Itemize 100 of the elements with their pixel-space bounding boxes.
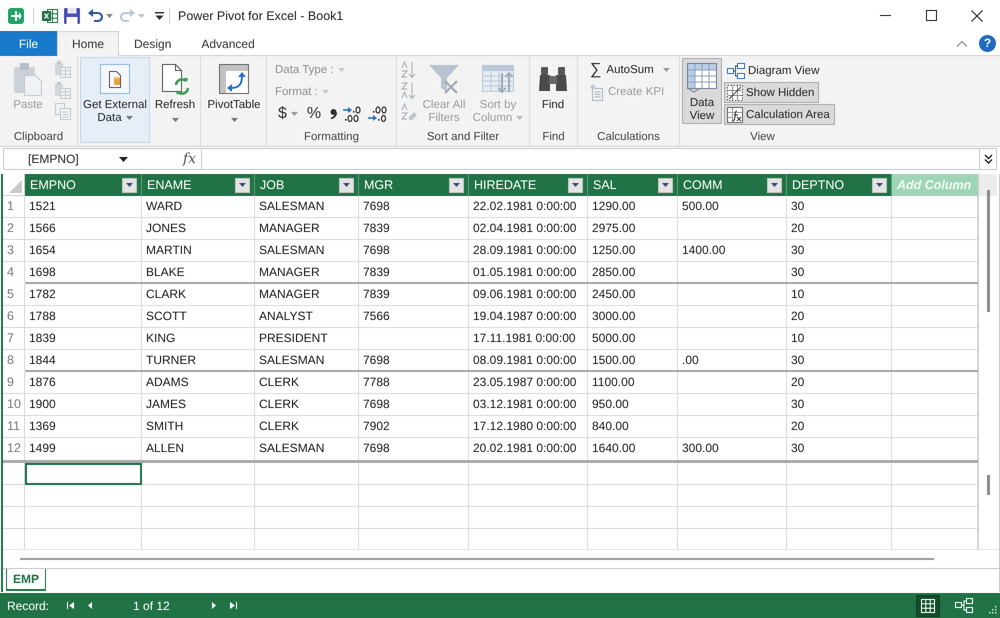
help-button[interactable]: ? xyxy=(979,34,996,52)
filter-dropdown-button[interactable] xyxy=(339,178,354,192)
table-cell: 950.00 xyxy=(588,394,678,416)
app-icon[interactable] xyxy=(8,8,24,24)
column-header[interactable]: MGR xyxy=(359,174,469,196)
minimize-icon xyxy=(880,15,890,16)
refresh-button[interactable]: Refresh xyxy=(150,56,200,123)
diagram-view-button[interactable]: Diagram View xyxy=(724,60,824,81)
table-cell: 20 xyxy=(787,218,892,240)
table-cell: 20 xyxy=(787,372,892,394)
table-cell: 20 xyxy=(787,416,892,438)
autosum-button[interactable]: ∑ AutoSum xyxy=(588,59,672,81)
binoculars-icon xyxy=(539,67,567,93)
column-header[interactable]: EMPNO xyxy=(25,174,142,196)
filter-dropdown-button[interactable] xyxy=(767,178,782,192)
ribbon-tab[interactable]: File xyxy=(0,31,57,56)
caret-icon xyxy=(126,183,133,187)
record-position: 1 of 12 xyxy=(133,598,170,612)
table-cell: 10 xyxy=(787,328,892,350)
grid-view-button[interactable] xyxy=(916,594,940,616)
table-cell: 1654 xyxy=(25,240,142,262)
percent-format-button[interactable]: % xyxy=(304,104,324,124)
ribbon-tab[interactable]: Advanced xyxy=(186,31,270,56)
caret-icon xyxy=(876,183,883,187)
show-hidden-button[interactable]: Show Hidden xyxy=(724,82,820,103)
next-record-icon xyxy=(212,602,216,609)
table-cell: KING xyxy=(142,328,255,350)
caret-icon xyxy=(290,112,298,116)
table-cell: MANAGER xyxy=(255,284,359,306)
column-header[interactable]: ENAME xyxy=(142,174,255,196)
horizontal-scrollbar-thumb[interactable] xyxy=(20,558,934,560)
sort-ascending-icon xyxy=(401,61,417,79)
column-header[interactable]: COMM xyxy=(678,174,787,196)
diagram-icon xyxy=(955,598,973,613)
column-header[interactable]: SAL xyxy=(588,174,678,196)
undo-button[interactable] xyxy=(88,9,103,22)
database-document-icon xyxy=(100,64,130,94)
column-header[interactable]: HIREDATE xyxy=(469,174,588,196)
double-chevron-icon xyxy=(984,154,992,164)
filter-dropdown-button[interactable] xyxy=(449,178,464,192)
save-icon[interactable] xyxy=(64,8,80,24)
data-view-button[interactable]: Data View xyxy=(682,58,722,124)
window-title: Power Pivot for Excel - Book1 xyxy=(178,8,344,22)
column-header[interactable]: DEPTNO xyxy=(787,174,892,196)
customize-toolbar-icon[interactable] xyxy=(155,12,164,20)
table-cell: 7698 xyxy=(359,394,469,416)
table-cell: 1782 xyxy=(25,284,142,306)
grid-icon xyxy=(921,598,935,612)
currency-format-button[interactable]: $ xyxy=(275,104,301,124)
row-number: 3 xyxy=(3,240,25,262)
clear-filter-icon xyxy=(428,63,460,95)
table-cell: 3000.00 xyxy=(588,306,678,328)
table-cell: 7698 xyxy=(359,196,469,218)
table-cell: 1290.00 xyxy=(588,196,678,218)
filter-dropdown-button[interactable] xyxy=(872,178,887,192)
spreadsheet-icon[interactable] xyxy=(42,8,58,24)
table-sort-icon xyxy=(482,63,514,95)
caret-icon[interactable] xyxy=(106,14,113,18)
ribbon-tab[interactable]: Design xyxy=(119,31,186,56)
table-cell: 20 xyxy=(787,306,892,328)
vertical-scrollbar-thumb[interactable] xyxy=(986,475,990,495)
dotted-grid-icon xyxy=(727,84,743,100)
table-cell: 7566 xyxy=(359,306,469,328)
group-label: Find xyxy=(541,130,566,145)
table-cell: 1369 xyxy=(25,416,142,438)
pivot-table-icon xyxy=(219,64,249,94)
name-box[interactable]: [EMPNO] xyxy=(4,149,164,169)
row-number: 5 xyxy=(3,284,25,306)
column-title: HIREDATE xyxy=(474,178,536,192)
filter-dropdown-button[interactable] xyxy=(122,178,137,192)
group-label: Clipboard xyxy=(12,130,64,145)
column-title: COMM xyxy=(683,178,723,192)
table-cell: WARD xyxy=(142,196,255,218)
filter-dropdown-button[interactable] xyxy=(568,178,583,192)
column-header[interactable]: JOB xyxy=(255,174,359,196)
table-cell: 7698 xyxy=(359,240,469,262)
collapse-ribbon-icon[interactable] xyxy=(956,40,968,46)
table-cell: 7839 xyxy=(359,218,469,240)
vertical-scrollbar-thumb[interactable] xyxy=(986,190,990,312)
filter-dropdown-button[interactable] xyxy=(658,178,673,192)
pivot-table-button[interactable]: PivotTable xyxy=(203,56,265,123)
empty-cell xyxy=(3,507,25,529)
copy-icon xyxy=(55,103,71,120)
find-button[interactable]: Find xyxy=(530,56,576,113)
table-cell: 7902 xyxy=(359,416,469,438)
get-external-data-button[interactable]: Get External Data xyxy=(80,57,150,143)
row-number: 2 xyxy=(3,218,25,240)
sheet-tab[interactable]: EMP xyxy=(6,569,46,592)
ribbon-tab[interactable]: Home xyxy=(57,31,120,56)
calculation-area-button[interactable]: Calculation Area xyxy=(724,104,835,125)
row-number: 1 xyxy=(3,196,25,218)
column-title: DEPTNO xyxy=(792,178,844,192)
resize-grip-icon[interactable] xyxy=(988,605,997,614)
table-cell: 30 xyxy=(787,196,892,218)
filter-dropdown-button[interactable] xyxy=(235,178,250,192)
row-number: 11 xyxy=(3,416,25,438)
caret-icon xyxy=(453,183,460,187)
record-label: Record: xyxy=(7,598,50,612)
previous-record-icon xyxy=(88,602,92,609)
row-number: 7 xyxy=(3,328,25,350)
